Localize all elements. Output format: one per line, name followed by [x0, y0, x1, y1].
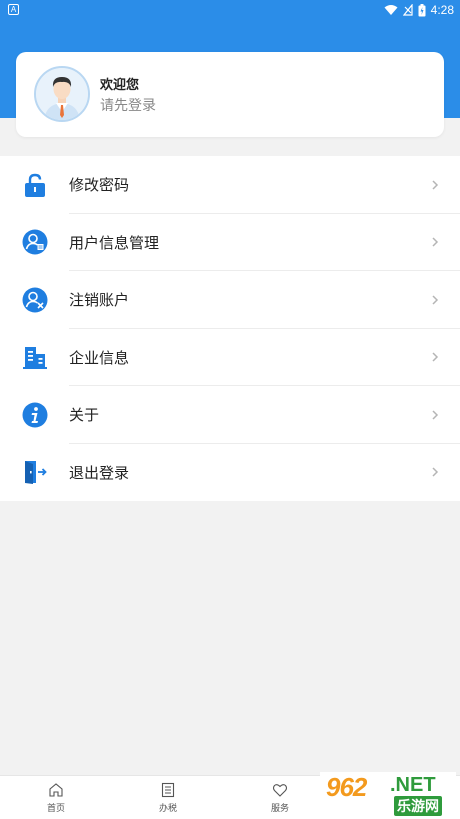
- watermark-name: 乐游网: [394, 796, 442, 816]
- logout-door-icon: [25, 461, 47, 485]
- status-bar: A 4:28: [0, 0, 460, 20]
- user-card[interactable]: 欢迎您 请先登录: [16, 52, 444, 137]
- tab-home[interactable]: 首页: [0, 776, 112, 819]
- lock-icon: [25, 173, 45, 197]
- menu-item-user-info[interactable]: 用户信息管理: [0, 214, 460, 271]
- menu-item-logout[interactable]: 退出登录: [0, 444, 460, 502]
- chevron-right-icon: [432, 295, 439, 305]
- watermark-number: 962: [326, 772, 367, 802]
- tab-tax[interactable]: 办税: [112, 776, 224, 819]
- menu-item-about[interactable]: 关于: [0, 386, 460, 444]
- building-icon: [23, 347, 47, 370]
- tab-label: 首页: [46, 804, 65, 814]
- chevron-right-icon: [432, 467, 439, 477]
- status-icons: 4:28: [384, 2, 454, 18]
- menu-item-label: 注销账户: [69, 291, 130, 310]
- tab-label: 办税: [158, 804, 177, 814]
- document-list-icon: [161, 782, 175, 798]
- menu-item-label: 关于: [69, 406, 100, 425]
- info-icon: [22, 402, 48, 428]
- watermark-net: .NET: [390, 774, 436, 796]
- battery-charging-icon: [418, 3, 426, 16]
- home-icon: [49, 783, 63, 797]
- user-avatar-icon[interactable]: [34, 66, 90, 122]
- notification-badge: A: [8, 4, 19, 15]
- menu-item-label: 企业信息: [69, 348, 130, 367]
- user-cancel-icon: [22, 287, 48, 313]
- chevron-right-icon: [432, 180, 439, 190]
- no-signal-icon: [402, 4, 413, 16]
- settings-menu: 修改密码 用户信息管理 注销账户 企业信息 关于 退出登录: [0, 156, 460, 501]
- menu-item-company-info[interactable]: 企业信息: [0, 329, 460, 386]
- user-info-icon: [22, 229, 48, 255]
- menu-item-cancel-account[interactable]: 注销账户: [0, 271, 460, 329]
- chevron-right-icon: [432, 352, 439, 362]
- wifi-icon: [384, 5, 398, 15]
- site-watermark-logo: 962 .NET 乐游网: [320, 772, 456, 816]
- status-time: 4:28: [430, 3, 454, 17]
- chevron-right-icon: [432, 410, 439, 420]
- login-prompt[interactable]: 请先登录: [100, 95, 156, 115]
- menu-item-label: 用户信息管理: [69, 233, 160, 252]
- menu-item-label: 修改密码: [69, 176, 130, 195]
- chevron-right-icon: [432, 237, 439, 247]
- menu-item-label: 退出登录: [69, 463, 130, 482]
- greeting-text: 欢迎您: [100, 78, 140, 93]
- tab-label: 服务: [270, 804, 289, 814]
- heart-icon: [272, 784, 288, 797]
- menu-item-change-password[interactable]: 修改密码: [0, 156, 460, 214]
